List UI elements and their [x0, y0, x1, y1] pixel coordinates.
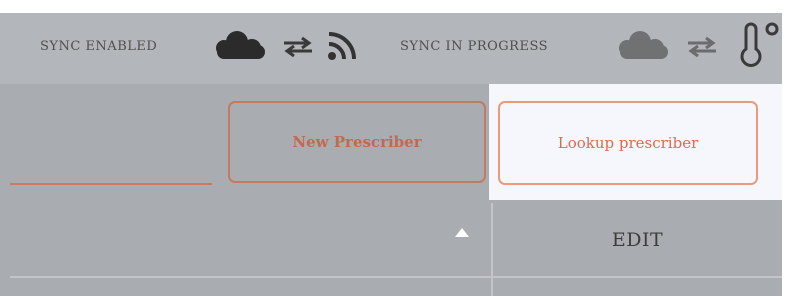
sync-arrows-icon	[688, 36, 716, 58]
cloud-icon	[619, 31, 668, 59]
cloud-icon	[216, 31, 265, 59]
sync-status-bar: SYNC ENABLED SYNC IN PROGRESS	[0, 13, 782, 84]
lookup-prescriber-button[interactable]: Lookup prescriber	[498, 101, 758, 185]
new-prescriber-button[interactable]: New Prescriber	[228, 101, 486, 183]
edit-column-label: EDIT	[611, 228, 664, 251]
edit-column-header: EDIT	[493, 203, 782, 276]
sync-arrows-icon	[284, 36, 312, 58]
row-divider	[10, 276, 782, 278]
thermometer-icon	[740, 22, 779, 67]
lookup-prescriber-label: Lookup prescriber	[557, 134, 699, 152]
sync-in-progress-label: SYNC IN PROGRESS	[400, 39, 549, 54]
sync-enabled-label: SYNC ENABLED	[40, 39, 158, 54]
rss-feed-icon	[328, 32, 356, 60]
sort-ascending-icon[interactable]	[455, 228, 469, 237]
search-input-underline[interactable]	[10, 183, 212, 185]
new-prescriber-label: New Prescriber	[292, 133, 422, 151]
